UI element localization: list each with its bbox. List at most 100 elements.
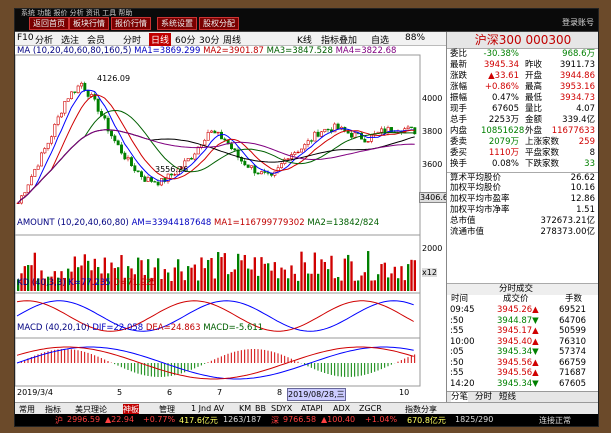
stat-value: 1.51 xyxy=(576,205,595,215)
chart-area[interactable]: F10 分析 选注 会员 分时 日线 60分 30分 周线 K线 指标叠加 自选… xyxy=(15,32,455,402)
amount-bar xyxy=(207,259,210,291)
quote-value: 2253万 xyxy=(488,115,519,125)
kd-k: K=77.235 xyxy=(68,278,111,288)
toolbar-button-settings[interactable]: 系统设置 xyxy=(157,17,197,30)
amount-bar xyxy=(210,258,213,291)
zoom-level[interactable]: 88% xyxy=(405,33,425,43)
candle-body xyxy=(380,128,383,133)
candle-body xyxy=(136,170,140,172)
candle-body xyxy=(223,138,227,141)
quote-label2: 外盘 xyxy=(525,126,543,136)
stat-value: 278373.00亿 xyxy=(540,227,595,237)
f10-button[interactable]: F10 xyxy=(17,33,34,43)
macd-value: MACD=-5.611 xyxy=(203,323,264,333)
amount-bar xyxy=(313,252,316,291)
candle-body xyxy=(233,148,237,151)
quote-row: 委比 -30.38% 968.6万 xyxy=(447,49,598,60)
tick-time: 14:20 xyxy=(450,378,475,389)
candle-body xyxy=(336,123,340,130)
quote-panel: 沪深300 000300 委比 -30.38% 968.6万 最新 3945.34 昨收 3… xyxy=(446,32,598,403)
toolbar-button-home[interactable]: 返回首页 xyxy=(29,17,69,30)
candle-body xyxy=(110,130,113,137)
bottom-tab-1jnd[interactable]: 1 Jnd AV xyxy=(191,404,224,413)
tick-row: :05 3945.34▼ 57374 xyxy=(447,347,598,358)
index-code: 000300 xyxy=(525,33,572,47)
bottom-tab-zgcr[interactable]: ZGCR xyxy=(359,404,382,413)
quote-value: 0.08% xyxy=(491,159,519,169)
quote-label2: 最低 xyxy=(525,93,543,103)
app-window: 系统 功能 报价 分析 资讯 工具 帮助 返回首页 板块行情 报价行情 系统设置… xyxy=(14,8,599,427)
bottom-tab-bb[interactable]: BB xyxy=(255,404,266,413)
tick-price: 3945.17▲ xyxy=(497,326,539,336)
candle-body xyxy=(150,177,153,182)
amount-bar xyxy=(310,273,313,291)
amount-bar xyxy=(300,251,303,291)
ticks-col-vol: 手数 xyxy=(565,294,583,304)
candle-body xyxy=(120,144,123,154)
status-sh-name: 沪 xyxy=(55,416,63,425)
amount-bar xyxy=(173,267,176,291)
menu-bar[interactable]: 系统 功能 报价 分析 资讯 工具 帮助 xyxy=(21,9,132,17)
candle-body xyxy=(103,115,107,119)
bottom-tab-sdyx[interactable]: SDYX xyxy=(271,404,292,413)
bottom-tab-atapi[interactable]: ATAPI xyxy=(301,404,323,413)
tick-price: 3945.34▼ xyxy=(497,378,539,389)
login-label[interactable]: 登录账号 xyxy=(562,17,594,28)
tick-time: :55 xyxy=(450,326,464,336)
toolbar-button-sector[interactable]: 板块行情 xyxy=(69,17,109,30)
price-axis-3600: 3600 xyxy=(422,160,443,169)
amount-bar xyxy=(387,277,390,291)
amount-bar xyxy=(327,269,330,291)
amount-bar xyxy=(297,280,300,291)
quote-value2: 259 xyxy=(578,137,595,147)
amount-bar xyxy=(307,273,310,291)
candle-body xyxy=(70,91,73,99)
candle-body xyxy=(33,169,37,177)
status-sh-amount: 417.6亿元 xyxy=(179,416,218,425)
candle-body xyxy=(206,132,210,141)
amount-bar xyxy=(230,271,233,291)
amount-bar xyxy=(377,274,380,291)
tick-row: 09:45 3945.26▲ 69521 xyxy=(447,305,598,316)
tick-price: 3945.26▲ xyxy=(497,305,539,315)
quote-label: 总手 xyxy=(450,115,468,125)
amount-bar xyxy=(193,264,196,291)
candle-body xyxy=(96,98,100,112)
status-sz-amount: 670.8亿元 xyxy=(407,416,446,425)
candle-body xyxy=(253,165,257,174)
candle-body xyxy=(73,91,77,93)
toolbar-button-quote[interactable]: 报价行情 xyxy=(111,17,151,30)
amount-bar xyxy=(357,280,360,291)
amount-bar xyxy=(280,267,283,291)
quote-label: 委买 xyxy=(450,148,468,158)
amount-bar xyxy=(370,280,373,291)
quote-value: 0.47% xyxy=(491,93,519,103)
amount-bar xyxy=(187,266,190,291)
tick-volume: 76310 xyxy=(559,336,587,347)
quote-value: 1110万 xyxy=(488,148,519,158)
candle-body xyxy=(60,112,63,118)
quote-row: 现手 67605 量比 4.07 xyxy=(447,104,598,115)
connection-status: 连接正常 xyxy=(539,416,571,425)
status-sh-value: 2996.59 xyxy=(67,415,101,424)
price-axis-4000: 4000 xyxy=(422,94,443,103)
amount-legend: AMOUNT (10,20,40,60,80) AM=33944187648 M… xyxy=(17,218,379,228)
candle-body xyxy=(50,136,53,144)
stat-label: 加权平均股价 xyxy=(450,183,502,193)
amount-bar xyxy=(220,257,223,291)
quote-label: 现手 xyxy=(450,104,468,114)
tick-price: 3945.40▲ xyxy=(497,336,539,347)
quote-label: 涨跌 xyxy=(450,71,468,81)
toolbar-button-equity[interactable]: 股权分配 xyxy=(199,17,239,30)
bottom-tab-adx[interactable]: ADX xyxy=(333,404,350,413)
candle-body xyxy=(66,98,70,102)
status-bar: 沪 2996.59 ▲22.94 +0.77% 417.6亿元 1263/187… xyxy=(15,414,598,426)
amount-am: AM=33944187648 xyxy=(131,218,212,228)
amount-bar xyxy=(367,251,370,291)
bottom-tab-km[interactable]: KM xyxy=(239,404,251,413)
quote-row: 振幅 0.47% 最低 3934.73 xyxy=(447,93,598,104)
tick-time: :55 xyxy=(450,368,464,378)
quote-label: 委比 xyxy=(450,49,468,59)
amount-bar xyxy=(390,273,393,291)
amount-bar xyxy=(227,274,230,291)
